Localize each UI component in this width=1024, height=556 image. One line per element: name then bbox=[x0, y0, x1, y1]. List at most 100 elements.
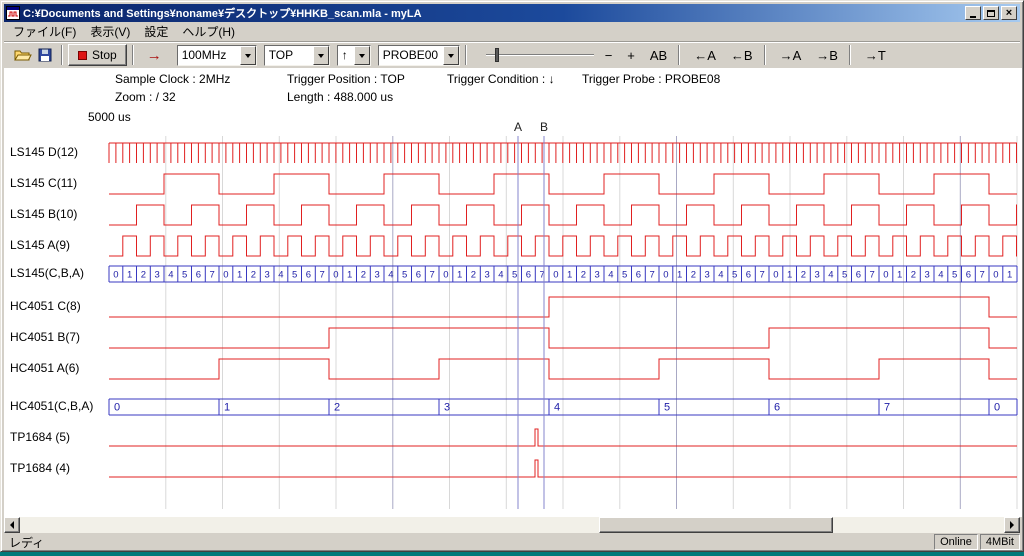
toolbar-separator bbox=[61, 45, 63, 65]
channel-label-ls145-c-b-a: LS145(C,B,A) bbox=[10, 266, 107, 280]
status-memory: 4MBit bbox=[980, 534, 1020, 550]
goto-b-right-button[interactable]: →B bbox=[810, 47, 844, 64]
waveform-ls145-c-b-a bbox=[109, 266, 1017, 282]
open-file-button[interactable] bbox=[12, 45, 34, 65]
stop-label: Stop bbox=[92, 48, 117, 62]
sample-clock-select[interactable]: 100MHz bbox=[177, 45, 257, 66]
menu-view[interactable]: 表示(V) bbox=[83, 21, 137, 42]
bus-value: 1 bbox=[897, 270, 902, 281]
stop-button[interactable]: Stop bbox=[68, 44, 127, 66]
toolbar-separator bbox=[465, 45, 467, 65]
app-window: C:¥Documents and Settings¥noname¥デスクトップ¥… bbox=[0, 0, 1024, 552]
bus-value: 3 bbox=[704, 270, 709, 281]
bus-value: 7 bbox=[979, 270, 984, 281]
bus-value: 6 bbox=[636, 270, 641, 281]
channel-label-ls145-c-11: LS145 C(11) bbox=[10, 176, 107, 190]
channel-label-tp1684-4: TP1684 (4) bbox=[10, 461, 107, 475]
close-button[interactable]: × bbox=[1001, 6, 1017, 20]
bus-value: 4 bbox=[828, 270, 833, 281]
cursor-label-a: A bbox=[514, 120, 522, 134]
chevron-down-icon[interactable] bbox=[354, 46, 370, 65]
channel-label-hc4051-c-8: HC4051 C(8) bbox=[10, 299, 107, 313]
bus-value: 1 bbox=[237, 270, 242, 281]
save-button[interactable] bbox=[34, 45, 56, 65]
bus-value: 2 bbox=[141, 270, 146, 281]
scroll-left-button[interactable] bbox=[4, 517, 20, 533]
bus-value: 7 bbox=[429, 270, 434, 281]
bus-value: 3 bbox=[924, 270, 929, 281]
menu-settings[interactable]: 設定 bbox=[137, 21, 175, 42]
status-ready: レディ bbox=[4, 534, 932, 551]
bus-value: 5 bbox=[182, 270, 187, 281]
goto-trigger-button[interactable]: →T bbox=[859, 47, 892, 64]
bus-value: 2 bbox=[801, 270, 806, 281]
channel-label-ls145-d-12: LS145 D(12) bbox=[10, 145, 107, 159]
bus-value: 0 bbox=[114, 402, 120, 414]
bus-value: 3 bbox=[154, 270, 159, 281]
bus-value: 6 bbox=[416, 270, 421, 281]
floppy-icon bbox=[38, 48, 52, 62]
scroll-track[interactable] bbox=[20, 517, 1004, 533]
window-controls: × bbox=[965, 6, 1017, 20]
bus-value: 1 bbox=[787, 270, 792, 281]
bus-value: 0 bbox=[663, 270, 668, 281]
goto-b-left-button[interactable]: ←B bbox=[725, 47, 759, 64]
menu-file[interactable]: ファイル(F) bbox=[6, 21, 83, 42]
bus-value: 0 bbox=[773, 270, 778, 281]
minimize-button[interactable] bbox=[965, 6, 981, 20]
bus-value: 6 bbox=[196, 270, 201, 281]
horizontal-scrollbar[interactable] bbox=[4, 517, 1020, 533]
bus-value: 4 bbox=[168, 270, 173, 281]
stop-icon bbox=[78, 51, 87, 60]
bus-value: 0 bbox=[223, 270, 228, 281]
scroll-right-button[interactable] bbox=[1004, 517, 1020, 533]
menu-help[interactable]: ヘルプ(H) bbox=[175, 21, 242, 42]
bus-value: 2 bbox=[471, 270, 476, 281]
bus-value: 7 bbox=[319, 270, 324, 281]
slider-thumb[interactable] bbox=[495, 48, 499, 62]
bus-value: 0 bbox=[883, 270, 888, 281]
title-bar[interactable]: C:¥Documents and Settings¥noname¥デスクトップ¥… bbox=[4, 4, 1020, 22]
waveform-pane: 0123456701234567012345670123456701234567… bbox=[4, 68, 1022, 517]
channel-label-hc4051-a-6: HC4051 A(6) bbox=[10, 361, 107, 375]
trigger-position-value: TOP bbox=[265, 48, 313, 62]
bus-value: 3 bbox=[594, 270, 599, 281]
bus-value: 2 bbox=[251, 270, 256, 281]
waveform-ls145-a-9 bbox=[109, 236, 1017, 256]
minimize-icon bbox=[970, 16, 976, 18]
bus-value: 1 bbox=[677, 270, 682, 281]
cursor-label-b: B bbox=[540, 120, 548, 134]
maximize-button[interactable] bbox=[983, 6, 999, 20]
channel-label-ls145-b-10: LS145 B(10) bbox=[10, 207, 107, 221]
bus-value: 7 bbox=[884, 402, 890, 414]
single-run-button[interactable]: → bbox=[139, 47, 170, 64]
bus-value: 6 bbox=[856, 270, 861, 281]
arrow-right-icon bbox=[1010, 521, 1018, 529]
ab-cursors-button[interactable]: AB bbox=[644, 47, 673, 64]
info-sample-clock: Sample Clock : 2MHz bbox=[115, 72, 230, 86]
bus-value: 5 bbox=[512, 270, 517, 281]
chevron-down-icon[interactable] bbox=[313, 46, 329, 65]
waveform-ls145-d-12 bbox=[109, 143, 1017, 163]
toolbar-separator bbox=[678, 45, 680, 65]
trigger-position-select[interactable]: TOP bbox=[264, 45, 330, 66]
chevron-down-icon[interactable] bbox=[240, 46, 256, 65]
goto-a-right-button[interactable]: →A bbox=[774, 47, 808, 64]
info-trigger-position: Trigger Position : TOP bbox=[287, 72, 405, 86]
bus-value: 0 bbox=[993, 270, 998, 281]
bus-value: 2 bbox=[361, 270, 366, 281]
zoom-slider[interactable] bbox=[484, 45, 596, 65]
bus-value: 7 bbox=[209, 270, 214, 281]
zoom-in-button[interactable]: + bbox=[621, 47, 641, 64]
trigger-probe-select[interactable]: PROBE00 bbox=[378, 45, 460, 66]
waveform-canvas[interactable]: 0123456701234567012345670123456701234567… bbox=[4, 68, 1022, 517]
scroll-thumb[interactable] bbox=[599, 517, 833, 533]
bus-value: 4 bbox=[388, 270, 393, 281]
zoom-out-button[interactable]: − bbox=[599, 47, 619, 64]
goto-a-left-button[interactable]: ←A bbox=[688, 47, 722, 64]
bus-value: 6 bbox=[966, 270, 971, 281]
bus-value: 2 bbox=[911, 270, 916, 281]
trigger-edge-select[interactable]: ↑ bbox=[337, 45, 371, 66]
bus-value: 7 bbox=[869, 270, 874, 281]
chevron-down-icon[interactable] bbox=[443, 46, 459, 65]
